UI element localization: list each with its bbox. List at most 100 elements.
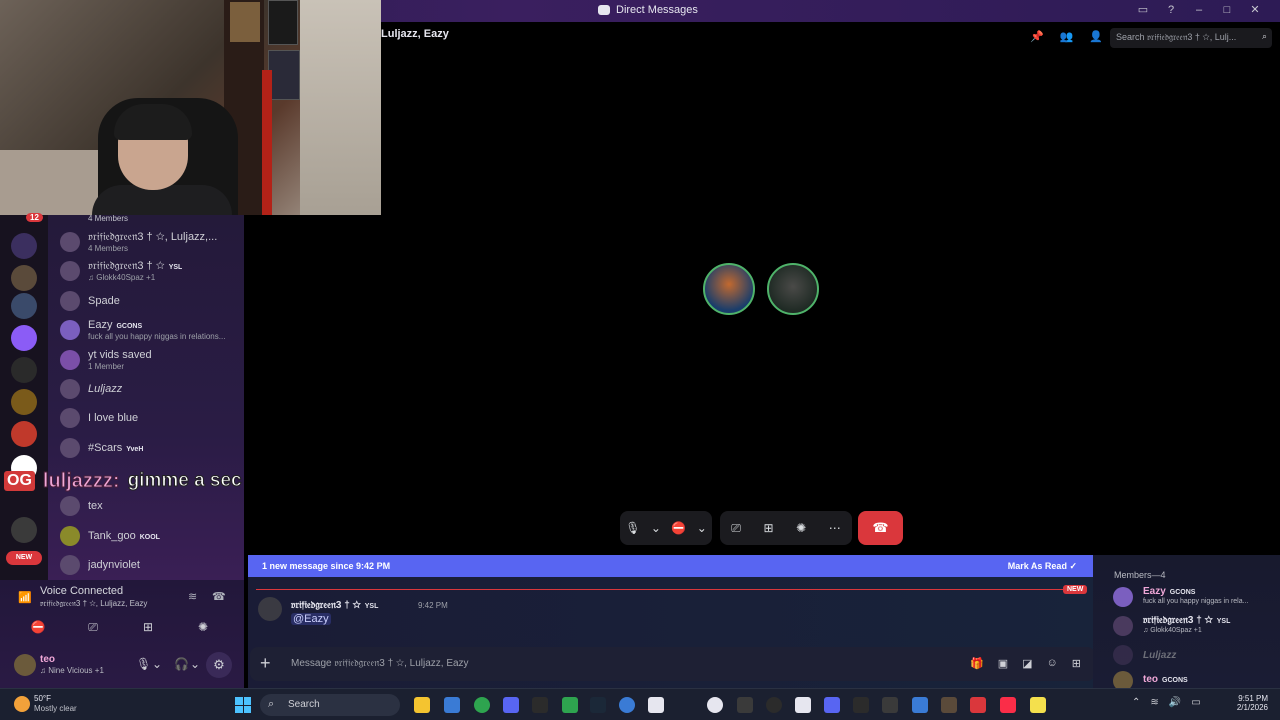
dm-list: 4 Members 𝔳𝔯𝔦𝔣𝔦𝔢𝔡𝔤𝔯𝔢𝔢𝔫3 † ☆, Luljazz,...… xyxy=(48,214,244,580)
dm-item[interactable]: Eazy GCONS fuck all you happy niggas in r… xyxy=(48,316,244,344)
taskbar-search[interactable]: ⌕ Search xyxy=(260,694,400,716)
start-button[interactable] xyxy=(235,697,251,713)
volume-icon[interactable]: 🔊 xyxy=(1169,697,1181,708)
disconnect-icon[interactable]: ☎ xyxy=(212,590,226,603)
taskbar-app-icon[interactable] xyxy=(882,697,898,713)
taskbar-app-icon[interactable] xyxy=(590,697,606,713)
more-options-icon[interactable]: ⋯ xyxy=(829,521,841,535)
chevron-down-icon[interactable]: ⌄ xyxy=(152,657,162,671)
taskbar-app-icon[interactable] xyxy=(795,697,811,713)
minimize-button[interactable]: – xyxy=(1192,4,1206,16)
dm-item[interactable]: Tank_goo KOOL xyxy=(48,522,244,550)
caption-message: gimme a sec xyxy=(127,470,242,492)
message-composer[interactable]: + Message 𝔳𝔯𝔦𝔣𝔦𝔢𝔡𝔤𝔯𝔢𝔢𝔫3 † ☆, Luljazz, Ea… xyxy=(250,647,1095,681)
taskbar-app-icon[interactable] xyxy=(1030,697,1046,713)
chevron-up-icon[interactable]: ⌃ xyxy=(1132,697,1140,708)
taskbar-app-icon[interactable] xyxy=(648,697,664,713)
gif-icon[interactable]: ▣ xyxy=(998,657,1008,670)
search-input[interactable]: Search 𝔳𝔯𝔦𝔣𝔦𝔢𝔡𝔤𝔯𝔢𝔢𝔫3 † ☆, Lulj... ⌕ xyxy=(1110,28,1272,48)
new-messages-text: 1 new message since 9:42 PM xyxy=(262,561,391,571)
activities-icon[interactable]: ⊞ xyxy=(763,521,773,535)
soundboard-button[interactable]: ✺ xyxy=(179,617,227,637)
member-item[interactable]: Eazy GCONS fuck all you happy niggas in r… xyxy=(1113,585,1273,609)
disconnect-button[interactable]: ☎ xyxy=(858,511,903,545)
maximize-button[interactable]: □ xyxy=(1220,4,1234,16)
headphones-icon[interactable]: 🎧 xyxy=(174,657,189,671)
add-friends-icon[interactable]: 👥 xyxy=(1060,30,1074,43)
call-participant-avatar[interactable] xyxy=(703,263,755,315)
inbox-icon[interactable]: ▭ xyxy=(1136,3,1150,16)
attach-plus-icon[interactable]: + xyxy=(260,653,271,674)
noise-suppression-icon[interactable]: ≋ xyxy=(188,590,197,603)
gift-icon[interactable]: 🎁 xyxy=(970,657,984,670)
dm-item[interactable]: jadynviolet xyxy=(48,551,244,579)
chevron-down-icon[interactable]: ⌄ xyxy=(697,521,707,535)
taskbar-app-icon[interactable] xyxy=(737,697,753,713)
camera-off-button[interactable]: ⛔ xyxy=(14,617,62,637)
taskbar-app-icon[interactable] xyxy=(562,697,578,713)
taskbar-app-icon[interactable] xyxy=(414,697,430,713)
mark-as-read-button[interactable]: Mark As Read ✓ xyxy=(1008,561,1077,572)
dm-item[interactable]: 𝔳𝔯𝔦𝔣𝔦𝔢𝔡𝔤𝔯𝔢𝔢𝔫3 † ☆, Luljazz,... 4 Members xyxy=(48,228,244,256)
microphone-icon[interactable]: 🎙 xyxy=(625,521,640,535)
dm-item[interactable]: tex xyxy=(48,492,244,520)
server-icon[interactable] xyxy=(11,325,37,351)
message-content[interactable]: @Eazy xyxy=(291,613,331,625)
new-messages-banner[interactable]: 1 new message since 9:42 PM Mark As Read… xyxy=(248,555,1093,577)
dm-item[interactable]: I love blue xyxy=(48,404,244,432)
member-item[interactable]: Luljazz xyxy=(1113,643,1273,667)
microphone-icon[interactable]: 🎙 xyxy=(136,657,151,671)
server-icon[interactable] xyxy=(11,265,37,291)
dm-item[interactable]: Luljazz xyxy=(48,375,244,403)
member-item[interactable]: 𝔳𝔯𝔦𝔣𝔦𝔢𝔡𝔤𝔯𝔢𝔢𝔫3 † ☆ YSL ♫ Glokk40Spaz +1 xyxy=(1113,614,1273,638)
avatar[interactable] xyxy=(14,654,36,676)
chevron-down-icon[interactable]: ⌄ xyxy=(190,657,200,671)
taskbar-app-icon[interactable] xyxy=(707,697,723,713)
help-icon[interactable]: ? xyxy=(1164,4,1178,16)
taskbar-app-icon[interactable] xyxy=(912,697,928,713)
server-icon[interactable] xyxy=(11,357,37,383)
screen-share-button[interactable]: ⎚ xyxy=(69,617,117,637)
voice-channel[interactable]: 𝔳𝔯𝔦𝔣𝔦𝔢𝔡𝔤𝔯𝔢𝔢𝔫3 † ☆, Luljazz, Eazy xyxy=(40,599,147,609)
header-toolbar: 📌 👥 👤 xyxy=(1030,30,1103,43)
server-icon[interactable] xyxy=(11,421,37,447)
avatar[interactable] xyxy=(258,597,282,621)
activities-button[interactable]: ⊞ xyxy=(124,617,172,637)
settings-gear-icon[interactable]: ⚙ xyxy=(206,652,232,678)
server-icon[interactable] xyxy=(11,517,37,543)
server-icon[interactable] xyxy=(11,233,37,259)
soundboard-icon[interactable]: ✺ xyxy=(796,521,806,535)
emoji-icon[interactable]: ☺ xyxy=(1047,657,1058,670)
member-list-icon[interactable]: 👤 xyxy=(1089,30,1103,43)
dm-item[interactable]: 𝔳𝔯𝔦𝔣𝔦𝔢𝔡𝔤𝔯𝔢𝔢𝔫3 † ☆ YSL ♫ Glokk40Spaz +1 xyxy=(48,257,244,285)
sticker-icon[interactable]: ◪ xyxy=(1022,657,1032,670)
screen-share-icon[interactable]: ⎚ xyxy=(731,521,741,536)
server-icon[interactable] xyxy=(11,389,37,415)
chevron-down-icon[interactable]: ⌄ xyxy=(651,521,661,535)
camera-off-icon[interactable]: ⛔ xyxy=(671,521,686,535)
call-participant-avatar[interactable] xyxy=(767,263,819,315)
taskbar-app-icon[interactable] xyxy=(619,697,635,713)
message-author[interactable]: 𝔳𝔯𝔦𝔣𝔦𝔢𝔡𝔤𝔯𝔢𝔢𝔫3 † ☆ YSL xyxy=(291,600,378,611)
taskbar-app-icon[interactable] xyxy=(941,697,957,713)
server-icon[interactable] xyxy=(11,293,37,319)
battery-icon[interactable]: ▭ xyxy=(1191,697,1200,708)
taskbar-app-icon[interactable] xyxy=(1000,697,1016,713)
taskbar-clock[interactable]: 9:51 PM 2/1/2026 xyxy=(1224,694,1268,712)
discord-taskbar-icon[interactable] xyxy=(503,697,519,713)
taskbar-app-icon[interactable] xyxy=(444,697,460,713)
taskbar-app-icon[interactable] xyxy=(474,697,490,713)
pin-icon[interactable]: 📌 xyxy=(1030,30,1044,43)
taskbar-app-icon[interactable] xyxy=(970,697,986,713)
taskbar-app-icon[interactable] xyxy=(853,697,869,713)
apps-icon[interactable]: ⊞ xyxy=(1072,657,1081,670)
dm-item[interactable]: yt vids saved 1 Member xyxy=(48,346,244,374)
taskbar-app-icon[interactable] xyxy=(824,697,840,713)
taskbar-app-icon[interactable] xyxy=(532,697,548,713)
taskbar-app-icon[interactable] xyxy=(766,697,782,713)
network-icon[interactable]: ≋ xyxy=(1150,697,1158,708)
close-button[interactable]: ✕ xyxy=(1248,3,1262,16)
dm-item[interactable]: #Scars YveH xyxy=(48,434,244,462)
voice-status[interactable]: Voice Connected xyxy=(40,585,123,597)
dm-item[interactable]: Spade xyxy=(48,287,244,315)
